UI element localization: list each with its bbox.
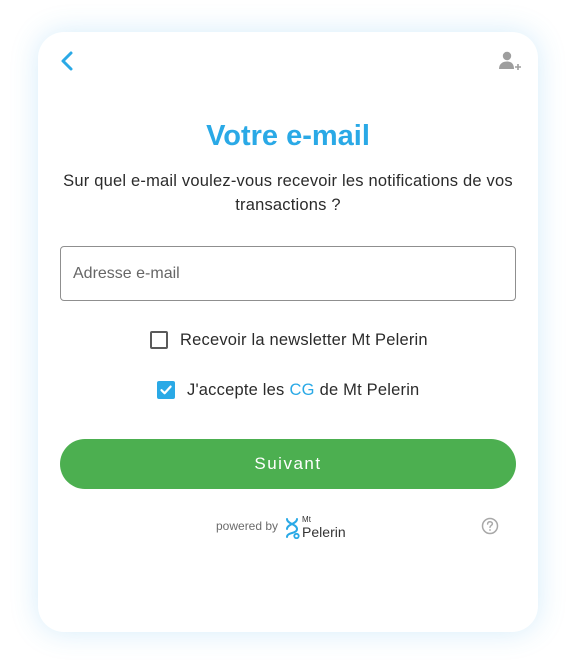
terms-label-after: de Mt Pelerin	[319, 380, 420, 399]
powered-by: powered by Mt Pelerin	[216, 516, 346, 539]
brand-mt-text: Mt	[302, 515, 311, 524]
mt-pelerin-brand[interactable]: Mt Pelerin	[284, 516, 346, 539]
person-add-icon	[499, 51, 521, 70]
next-button[interactable]: Suivant	[60, 439, 516, 489]
newsletter-option: Recevoir la newsletter Mt Pelerin	[150, 329, 428, 351]
newsletter-label: Recevoir la newsletter Mt Pelerin	[180, 330, 428, 349]
help-button[interactable]	[481, 517, 499, 535]
checkmark-icon	[160, 385, 172, 395]
chevron-left-icon	[61, 51, 73, 71]
widget-card: Votre e-mail Sur quel e-mail voulez-vous…	[38, 32, 538, 632]
email-field[interactable]	[60, 246, 516, 301]
terms-checkbox[interactable]	[157, 381, 175, 399]
terms-option: J'accepte les CG de Mt Pelerin	[157, 379, 419, 401]
page-subtitle: Sur quel e-mail voulez-vous recevoir les…	[63, 172, 513, 214]
back-button[interactable]	[58, 50, 78, 72]
brand-name-text: Pelerin	[302, 524, 346, 540]
account-button[interactable]	[498, 50, 522, 72]
powered-by-text: powered by	[216, 519, 279, 533]
mt-pelerin-logo-icon	[286, 518, 300, 539]
newsletter-checkbox[interactable]	[150, 331, 168, 349]
terms-label-before: J'accepte les	[187, 380, 285, 399]
help-circle-icon	[481, 517, 499, 535]
terms-cg-link[interactable]: CG	[289, 381, 314, 400]
page-title: Votre e-mail	[206, 120, 370, 152]
